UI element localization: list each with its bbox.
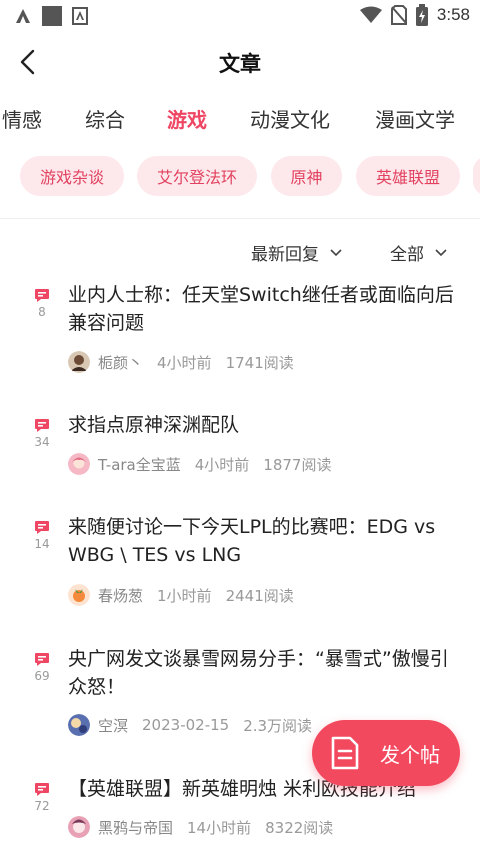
reply-count: 72 [34,799,50,813]
no-sim-icon [390,5,407,25]
post-title[interactable]: 求指点原神深渊配队 [68,411,463,439]
author-name[interactable]: 栀颜丶 [98,352,143,373]
view-count: 2441阅读 [225,586,294,605]
chip-league-of-legends[interactable]: 英雄联盟 [356,156,460,196]
a-box-icon [72,7,88,25]
author-name[interactable]: T-ara全宝蓝 [98,454,181,475]
view-count: 1741阅读 [225,353,294,372]
reply-count: 14 [34,537,50,551]
post-item[interactable]: 8 业内人士称：任天堂Switch继任者或面临向后兼容问题 栀颜丶 4小时前 1… [0,280,480,390]
a-logo-icon [16,9,30,23]
chevron-down-icon [330,248,342,256]
comment-icon [35,289,49,302]
filter-label: 全部 [390,245,424,265]
view-count: 8322阅读 [265,818,334,837]
top-app-bar: 文章 [0,34,480,90]
post-meta: 黑鸦与帝国 14小时前 8322阅读 [68,815,333,839]
post-meta: 空溟 2023-02-15 2.3万阅读 [68,713,312,737]
post-item[interactable]: 34 求指点原神深渊配队 T-ara全宝蓝 4小时前 1877阅读 [0,410,480,490]
wifi-icon [359,6,382,23]
reply-count: 8 [38,305,46,319]
chip-game-misc[interactable]: 游戏杂谈 [20,156,124,196]
view-count: 2.3万阅读 [243,716,313,735]
status-bar: 3:58 [0,0,480,34]
chevron-down-icon [435,248,447,256]
avatar [68,453,90,475]
tab-general[interactable]: 综合 [85,104,125,133]
subcategory-chips: 游戏杂谈 艾尔登法环 原神 英雄联盟 [0,156,480,200]
tab-manga-literature[interactable]: 漫画文学 [375,104,455,133]
filter-dropdown[interactable]: 全部 [390,240,448,265]
post-title[interactable]: 央广网发文谈暴雪网易分手：“暴雪式”傲慢引众怒！ [68,645,463,701]
avatar [68,351,90,373]
post-meta: 春炀葱 1小时前 2441阅读 [68,583,294,607]
author-name[interactable]: 春炀葱 [98,585,143,606]
reply-count: 34 [34,435,50,449]
post-title[interactable]: 来随便讨论一下今天LPL的比赛吧：EDG vs WBG \ TES vs LNG [68,513,463,569]
tab-anime-culture[interactable]: 动漫文化 [250,104,330,133]
post-time: 2023-02-15 [142,716,230,734]
view-count: 1877阅读 [263,455,332,474]
avatar [68,714,90,736]
post-time: 4小时前 [157,353,212,372]
comment-icon [35,783,49,796]
comment-icon [35,521,49,534]
avatar [68,584,90,606]
chip-genshin[interactable]: 原神 [271,156,342,196]
author-name[interactable]: 空溟 [98,715,128,736]
sort-order-dropdown[interactable]: 最新回复 [251,240,343,265]
author-name[interactable]: 黑鸦与帝国 [98,817,173,838]
sort-order-label: 最新回复 [251,245,319,265]
comment-icon [35,419,49,432]
category-tabs: 情感 综合 游戏 动漫文化 漫画文学 [0,92,480,144]
post-time: 4小时前 [194,455,250,474]
tab-emotion[interactable]: 情感 [2,104,42,133]
comment-icon [35,653,49,666]
status-time: 3:58 [436,5,470,24]
reply-count: 69 [34,669,50,683]
divider [0,218,480,219]
new-post-button[interactable]: 发个帖 [312,720,460,786]
tab-games[interactable]: 游戏 [167,104,207,133]
post-meta: T-ara全宝蓝 4小时前 1877阅读 [68,452,331,476]
document-icon [331,736,359,770]
post-time: 1小时前 [157,586,212,605]
page-title: 文章 [219,52,261,76]
battery-charging-icon [415,4,428,26]
chip-elden-ring[interactable]: 艾尔登法环 [137,156,257,196]
post-meta: 栀颜丶 4小时前 1741阅读 [68,350,294,374]
square-icon [42,6,62,26]
new-post-label: 发个帖 [380,742,440,767]
avatar [68,816,90,838]
post-title[interactable]: 业内人士称：任天堂Switch继任者或面临向后兼容问题 [68,281,463,337]
post-time: 14小时前 [187,818,252,837]
post-item[interactable]: 14 来随便讨论一下今天LPL的比赛吧：EDG vs WBG \ TES vs … [0,512,480,622]
chip-more[interactable] [473,156,480,196]
